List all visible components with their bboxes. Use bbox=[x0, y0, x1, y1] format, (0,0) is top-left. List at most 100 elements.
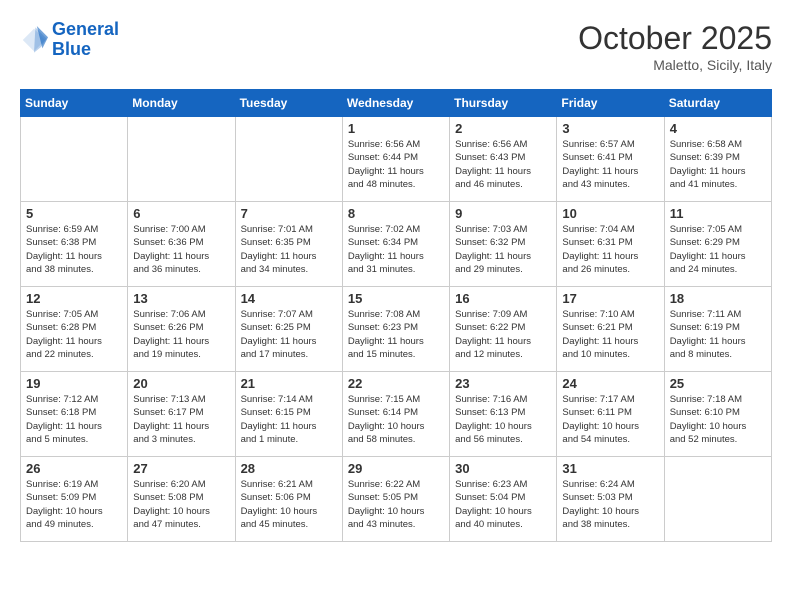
calendar-cell: 25Sunrise: 7:18 AM Sunset: 6:10 PM Dayli… bbox=[664, 372, 771, 457]
day-number: 28 bbox=[241, 461, 337, 476]
day-info: Sunrise: 7:06 AM Sunset: 6:26 PM Dayligh… bbox=[133, 308, 229, 361]
day-info: Sunrise: 6:21 AM Sunset: 5:06 PM Dayligh… bbox=[241, 478, 337, 531]
calendar-cell: 20 Sunrise: 7:13 AM Sunset: 6:17 PM Dayli… bbox=[128, 372, 235, 457]
calendar-cell: 13 Sunrise: 7:06 AM Sunset: 6:26 PM Dayli… bbox=[128, 287, 235, 372]
week-row-5: 26Sunrise: 6:19 AM Sunset: 5:09 PM Dayli… bbox=[21, 457, 772, 542]
calendar-cell: 29 Sunrise: 6:22 AM Sunset: 5:05 PM Dayli… bbox=[342, 457, 449, 542]
day-info: Sunrise: 7:17 AM Sunset: 6:11 PM Dayligh… bbox=[562, 393, 658, 446]
day-header-monday: Monday bbox=[128, 90, 235, 117]
day-number: 15 bbox=[348, 291, 444, 306]
title-block: October 2025 Maletto, Sicily, Italy bbox=[578, 20, 772, 73]
day-number: 13 bbox=[133, 291, 229, 306]
day-header-saturday: Saturday bbox=[664, 90, 771, 117]
day-number: 27 bbox=[133, 461, 229, 476]
day-info: Sunrise: 7:15 AM Sunset: 6:14 PM Dayligh… bbox=[348, 393, 444, 446]
month-title: October 2025 bbox=[578, 20, 772, 57]
day-info: Sunrise: 7:02 AM Sunset: 6:34 PM Dayligh… bbox=[348, 223, 444, 276]
calendar-cell: 24 Sunrise: 7:17 AM Sunset: 6:11 PM Dayli… bbox=[557, 372, 664, 457]
calendar-cell: 12 Sunrise: 7:05 AM Sunset: 6:28 PM Dayli… bbox=[21, 287, 128, 372]
calendar-cell: 11 Sunrise: 7:05 AM Sunset: 6:29 PM Dayli… bbox=[664, 202, 771, 287]
calendar-cell: 1 Sunrise: 6:56 AM Sunset: 6:44 PM Daylig… bbox=[342, 117, 449, 202]
day-info: Sunrise: 6:56 AM Sunset: 6:43 PM Dayligh… bbox=[455, 138, 551, 191]
day-number: 23 bbox=[455, 376, 551, 391]
day-info: Sunrise: 6:20 AM Sunset: 5:08 PM Dayligh… bbox=[133, 478, 229, 531]
calendar-cell: 19Sunrise: 7:12 AM Sunset: 6:18 PM Dayli… bbox=[21, 372, 128, 457]
day-header-thursday: Thursday bbox=[450, 90, 557, 117]
calendar-cell bbox=[21, 117, 128, 202]
day-number: 16 bbox=[455, 291, 551, 306]
day-info: Sunrise: 6:59 AM Sunset: 6:38 PM Dayligh… bbox=[26, 223, 122, 276]
day-info: Sunrise: 6:24 AM Sunset: 5:03 PM Dayligh… bbox=[562, 478, 658, 531]
calendar-cell: 27 Sunrise: 6:20 AM Sunset: 5:08 PM Dayli… bbox=[128, 457, 235, 542]
calendar-cell: 16 Sunrise: 7:09 AM Sunset: 6:22 PM Dayli… bbox=[450, 287, 557, 372]
calendar-cell: 7 Sunrise: 7:01 AM Sunset: 6:35 PM Daylig… bbox=[235, 202, 342, 287]
day-info: Sunrise: 7:04 AM Sunset: 6:31 PM Dayligh… bbox=[562, 223, 658, 276]
calendar-cell: 23Sunrise: 7:16 AM Sunset: 6:13 PM Dayli… bbox=[450, 372, 557, 457]
calendar-cell: 17Sunrise: 7:10 AM Sunset: 6:21 PM Dayli… bbox=[557, 287, 664, 372]
calendar-cell: 4 Sunrise: 6:58 AM Sunset: 6:39 PM Daylig… bbox=[664, 117, 771, 202]
logo: General Blue bbox=[20, 20, 119, 60]
day-number: 18 bbox=[670, 291, 766, 306]
calendar-cell: 2 Sunrise: 6:56 AM Sunset: 6:43 PM Daylig… bbox=[450, 117, 557, 202]
day-number: 9 bbox=[455, 206, 551, 221]
day-info: Sunrise: 7:18 AM Sunset: 6:10 PM Dayligh… bbox=[670, 393, 766, 446]
day-number: 19 bbox=[26, 376, 122, 391]
day-info: Sunrise: 7:13 AM Sunset: 6:17 PM Dayligh… bbox=[133, 393, 229, 446]
day-number: 1 bbox=[348, 121, 444, 136]
day-header-sunday: Sunday bbox=[21, 90, 128, 117]
day-number: 3 bbox=[562, 121, 658, 136]
day-number: 6 bbox=[133, 206, 229, 221]
day-number: 5 bbox=[26, 206, 122, 221]
day-number: 26 bbox=[26, 461, 122, 476]
day-info: Sunrise: 7:03 AM Sunset: 6:32 PM Dayligh… bbox=[455, 223, 551, 276]
day-info: Sunrise: 7:05 AM Sunset: 6:28 PM Dayligh… bbox=[26, 308, 122, 361]
day-info: Sunrise: 7:01 AM Sunset: 6:35 PM Dayligh… bbox=[241, 223, 337, 276]
day-number: 4 bbox=[670, 121, 766, 136]
day-number: 2 bbox=[455, 121, 551, 136]
day-number: 22 bbox=[348, 376, 444, 391]
day-info: Sunrise: 6:57 AM Sunset: 6:41 PM Dayligh… bbox=[562, 138, 658, 191]
day-number: 8 bbox=[348, 206, 444, 221]
day-info: Sunrise: 6:22 AM Sunset: 5:05 PM Dayligh… bbox=[348, 478, 444, 531]
day-number: 29 bbox=[348, 461, 444, 476]
calendar-cell: 18Sunrise: 7:11 AM Sunset: 6:19 PM Dayli… bbox=[664, 287, 771, 372]
location-subtitle: Maletto, Sicily, Italy bbox=[578, 57, 772, 73]
header-row: SundayMondayTuesdayWednesdayThursdayFrid… bbox=[21, 90, 772, 117]
calendar-cell: 5 Sunrise: 6:59 AM Sunset: 6:38 PM Daylig… bbox=[21, 202, 128, 287]
calendar-cell: 22 Sunrise: 7:15 AM Sunset: 6:14 PM Dayli… bbox=[342, 372, 449, 457]
day-number: 12 bbox=[26, 291, 122, 306]
calendar-cell: 6 Sunrise: 7:00 AM Sunset: 6:36 PM Daylig… bbox=[128, 202, 235, 287]
calendar-cell: 3 Sunrise: 6:57 AM Sunset: 6:41 PM Daylig… bbox=[557, 117, 664, 202]
day-info: Sunrise: 7:05 AM Sunset: 6:29 PM Dayligh… bbox=[670, 223, 766, 276]
day-number: 30 bbox=[455, 461, 551, 476]
calendar-cell: 8 Sunrise: 7:02 AM Sunset: 6:34 PM Daylig… bbox=[342, 202, 449, 287]
calendar-cell: 28 Sunrise: 6:21 AM Sunset: 5:06 PM Dayli… bbox=[235, 457, 342, 542]
day-number: 21 bbox=[241, 376, 337, 391]
day-number: 31 bbox=[562, 461, 658, 476]
calendar-cell: 14Sunrise: 7:07 AM Sunset: 6:25 PM Dayli… bbox=[235, 287, 342, 372]
logo-text: General Blue bbox=[52, 20, 119, 60]
day-header-tuesday: Tuesday bbox=[235, 90, 342, 117]
day-info: Sunrise: 7:09 AM Sunset: 6:22 PM Dayligh… bbox=[455, 308, 551, 361]
calendar-cell: 30Sunrise: 6:23 AM Sunset: 5:04 PM Dayli… bbox=[450, 457, 557, 542]
day-number: 7 bbox=[241, 206, 337, 221]
day-info: Sunrise: 6:56 AM Sunset: 6:44 PM Dayligh… bbox=[348, 138, 444, 191]
calendar-cell: 15Sunrise: 7:08 AM Sunset: 6:23 PM Dayli… bbox=[342, 287, 449, 372]
day-info: Sunrise: 6:58 AM Sunset: 6:39 PM Dayligh… bbox=[670, 138, 766, 191]
day-number: 20 bbox=[133, 376, 229, 391]
page-header: General Blue October 2025 Maletto, Sicil… bbox=[20, 20, 772, 73]
day-number: 11 bbox=[670, 206, 766, 221]
calendar-cell: 10 Sunrise: 7:04 AM Sunset: 6:31 PM Dayli… bbox=[557, 202, 664, 287]
calendar-cell bbox=[235, 117, 342, 202]
week-row-1: 1 Sunrise: 6:56 AM Sunset: 6:44 PM Daylig… bbox=[21, 117, 772, 202]
calendar-table: SundayMondayTuesdayWednesdayThursdayFrid… bbox=[20, 89, 772, 542]
day-info: Sunrise: 7:14 AM Sunset: 6:15 PM Dayligh… bbox=[241, 393, 337, 446]
day-number: 10 bbox=[562, 206, 658, 221]
day-info: Sunrise: 7:00 AM Sunset: 6:36 PM Dayligh… bbox=[133, 223, 229, 276]
calendar-cell: 26Sunrise: 6:19 AM Sunset: 5:09 PM Dayli… bbox=[21, 457, 128, 542]
day-info: Sunrise: 7:07 AM Sunset: 6:25 PM Dayligh… bbox=[241, 308, 337, 361]
calendar-cell: 9 Sunrise: 7:03 AM Sunset: 6:32 PM Daylig… bbox=[450, 202, 557, 287]
calendar-cell bbox=[128, 117, 235, 202]
day-number: 24 bbox=[562, 376, 658, 391]
calendar-cell: 21 Sunrise: 7:14 AM Sunset: 6:15 PM Dayli… bbox=[235, 372, 342, 457]
